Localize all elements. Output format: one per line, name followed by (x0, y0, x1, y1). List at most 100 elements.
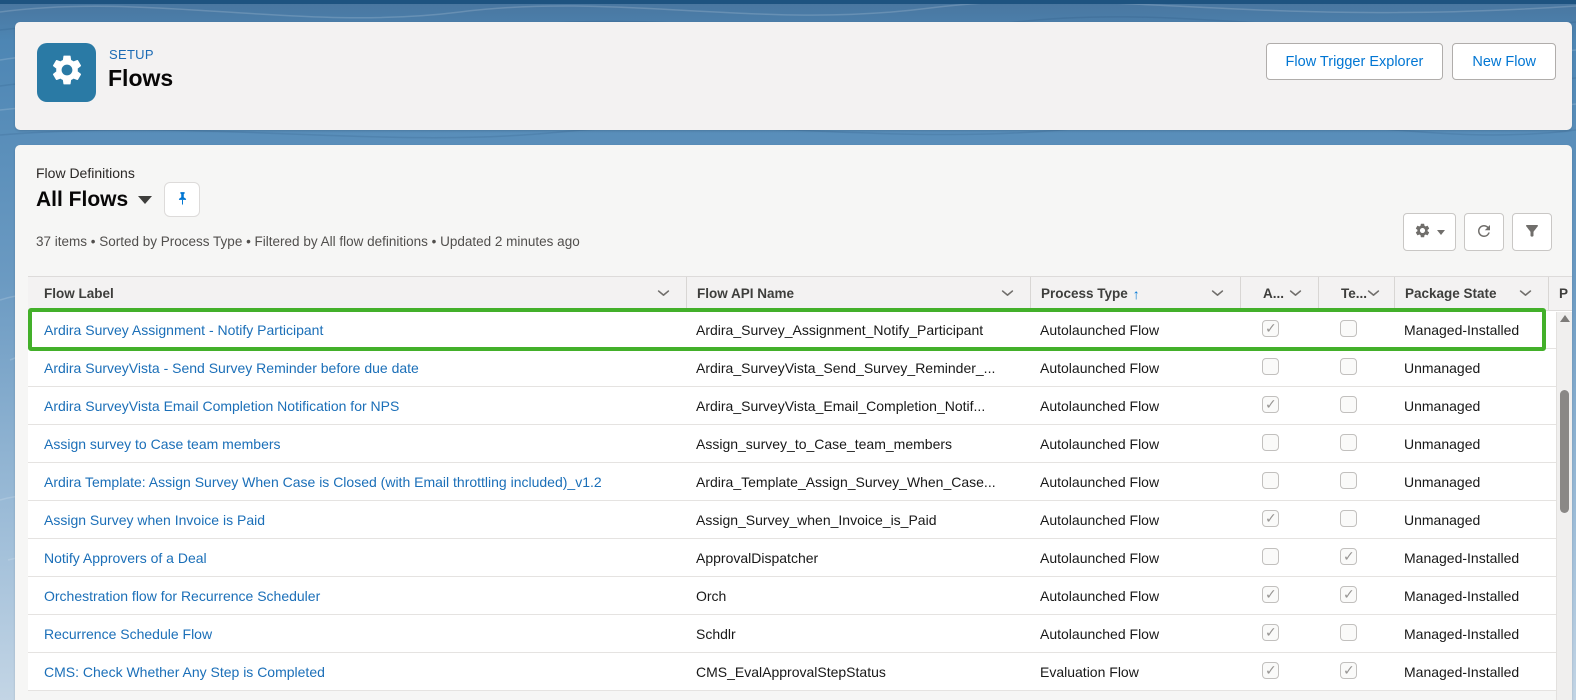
chevron-down-icon[interactable] (1519, 289, 1532, 298)
active-checkbox (1262, 623, 1279, 641)
flow-label-link[interactable]: Ardira SurveyVista - Send Survey Reminde… (44, 360, 419, 376)
active-cell (1240, 319, 1318, 340)
template-checkbox (1340, 661, 1357, 679)
setup-tile (37, 43, 96, 102)
template-checkbox (1340, 547, 1357, 565)
active-checkbox (1262, 547, 1279, 565)
active-checkbox (1262, 395, 1279, 413)
vertical-scrollbar[interactable] (1556, 312, 1572, 700)
filter-icon (1523, 222, 1541, 243)
flow-label-cell: CMS: Check Whether Any Step is Completed (28, 664, 686, 680)
flows-table: Flow Label Flow API Name Process Type ↑ A...… (28, 276, 1572, 691)
chevron-down-icon (138, 195, 153, 204)
package-state-cell: Unmanaged (1404, 473, 1481, 490)
list-view-card: Flow Definitions All Flows 37 items • So… (15, 145, 1572, 700)
flow-label-link[interactable]: Notify Approvers of a Deal (44, 550, 207, 566)
process-type-cell: Autolaunched Flow (1040, 587, 1160, 604)
list-settings-button[interactable] (1403, 213, 1456, 251)
scroll-up-arrow-icon[interactable] (1560, 315, 1570, 322)
active-cell (1240, 433, 1318, 454)
view-name: All Flows (36, 187, 129, 211)
flow-api-name-cell: CMS_EvalApprovalStepStatus (696, 663, 886, 680)
chevron-down-icon[interactable] (1367, 289, 1380, 298)
template-cell (1318, 547, 1394, 568)
process-type-cell: Autolaunched Flow (1040, 625, 1160, 642)
active-cell (1240, 509, 1318, 530)
active-cell (1240, 547, 1318, 568)
flow-label-cell: Assign Survey when Invoice is Paid (28, 512, 686, 528)
new-flow-button[interactable]: New Flow (1452, 43, 1556, 80)
table-row[interactable]: Recurrence Schedule Flow Schdlr Autolaunch… (28, 615, 1572, 653)
table-row[interactable]: Ardira Template: Assign Survey When Case… (28, 463, 1572, 501)
flow-label-cell: Ardira Survey Assignment - Notify Partic… (28, 322, 686, 338)
active-cell (1240, 661, 1318, 682)
flow-api-name-cell: Ardira_Template_Assign_Survey_When_Case.… (696, 473, 996, 490)
table-row[interactable]: Assign survey to Case team members Assign… (28, 425, 1572, 463)
table-row[interactable]: Ardira Survey Assignment - Notify Partic… (28, 308, 1572, 351)
column-header-a[interactable]: A... (1240, 277, 1318, 310)
setup-header-card: SETUP Flows Flow Trigger Explorer New Fl… (15, 22, 1572, 130)
flow-label-cell: Ardira SurveyVista - Send Survey Reminde… (28, 360, 686, 376)
flow-label-link[interactable]: CMS: Check Whether Any Step is Completed (44, 664, 325, 680)
process-type-cell: Autolaunched Flow (1040, 549, 1160, 566)
view-selector-row: All Flows (36, 182, 201, 217)
pin-list-view-button[interactable] (164, 182, 201, 217)
flow-label-link[interactable]: Ardira Survey Assignment - Notify Partic… (44, 322, 323, 338)
chevron-down-icon[interactable] (1211, 289, 1224, 298)
flow-label-link[interactable]: Orchestration flow for Recurrence Schedu… (44, 588, 320, 604)
template-cell (1318, 433, 1394, 454)
flow-label-link[interactable]: Assign survey to Case team members (44, 436, 281, 452)
template-cell (1318, 319, 1394, 340)
header-button-group: Flow Trigger Explorer New Flow (1265, 43, 1556, 80)
table-row[interactable]: Orchestration flow for Recurrence Schedu… (28, 577, 1572, 615)
active-checkbox (1262, 509, 1279, 527)
table-row[interactable]: Assign Survey when Invoice is Paid Assign… (28, 501, 1572, 539)
template-checkbox (1340, 357, 1357, 375)
process-type-cell: Autolaunched Flow (1040, 397, 1160, 414)
flow-label-link[interactable]: Recurrence Schedule Flow (44, 626, 212, 642)
flow-label-cell: Notify Approvers of a Deal (28, 550, 686, 566)
column-header-p[interactable]: P (1548, 277, 1572, 310)
flow-label-link[interactable]: Ardira Template: Assign Survey When Case… (44, 474, 602, 490)
flow-api-name-cell: Orch (696, 587, 727, 604)
entity-label: Flow Definitions (36, 165, 135, 181)
active-cell (1240, 395, 1318, 416)
package-state-cell: Managed-Installed (1404, 549, 1520, 566)
column-header-flow-api-name[interactable]: Flow API Name (686, 277, 1030, 310)
table-row[interactable]: Ardira SurveyVista - Send Survey Reminde… (28, 349, 1572, 387)
table-row[interactable]: Ardira SurveyVista Email Completion Noti… (28, 387, 1572, 425)
top-border-bar (0, 0, 1576, 4)
table-row[interactable]: CMS: Check Whether Any Step is Completed… (28, 653, 1572, 691)
flow-trigger-explorer-button[interactable]: Flow Trigger Explorer (1265, 43, 1444, 80)
chevron-down-icon[interactable] (657, 289, 670, 298)
column-header-package-state[interactable]: Package State (1394, 277, 1548, 310)
refresh-icon (1475, 222, 1493, 243)
filter-button[interactable] (1512, 213, 1552, 251)
refresh-button[interactable] (1464, 213, 1504, 251)
gear-icon (49, 52, 85, 93)
table-header-row: Flow Label Flow API Name Process Type ↑ A...… (28, 276, 1572, 311)
chevron-down-icon[interactable] (1001, 289, 1014, 298)
column-header-te[interactable]: Te... (1318, 277, 1394, 310)
package-state-cell: Unmanaged (1404, 435, 1481, 452)
column-header-process-type[interactable]: Process Type ↑ (1030, 277, 1240, 310)
flow-api-name-cell: Ardira_SurveyVista_Send_Survey_Reminder_… (696, 359, 996, 376)
list-view-selector[interactable]: All Flows (36, 187, 153, 212)
process-type-cell: Evaluation Flow (1040, 663, 1139, 680)
table-row[interactable]: Notify Approvers of a Deal ApprovalDispat… (28, 539, 1572, 577)
active-cell (1240, 585, 1318, 606)
scrollbar-thumb[interactable] (1560, 390, 1569, 513)
process-type-cell: Autolaunched Flow (1040, 435, 1160, 452)
column-header-flow-label[interactable]: Flow Label (28, 277, 686, 310)
flow-label-link[interactable]: Ardira SurveyVista Email Completion Noti… (44, 398, 399, 414)
flow-label-cell: Ardira SurveyVista Email Completion Noti… (28, 398, 686, 414)
template-checkbox (1340, 395, 1357, 413)
active-cell (1240, 357, 1318, 378)
template-cell (1318, 585, 1394, 606)
column-label: P (1559, 286, 1569, 301)
chevron-down-icon[interactable] (1289, 289, 1302, 298)
flow-label-link[interactable]: Assign Survey when Invoice is Paid (44, 512, 265, 528)
pin-icon (174, 190, 191, 210)
template-cell (1318, 395, 1394, 416)
gear-icon (1414, 222, 1431, 242)
